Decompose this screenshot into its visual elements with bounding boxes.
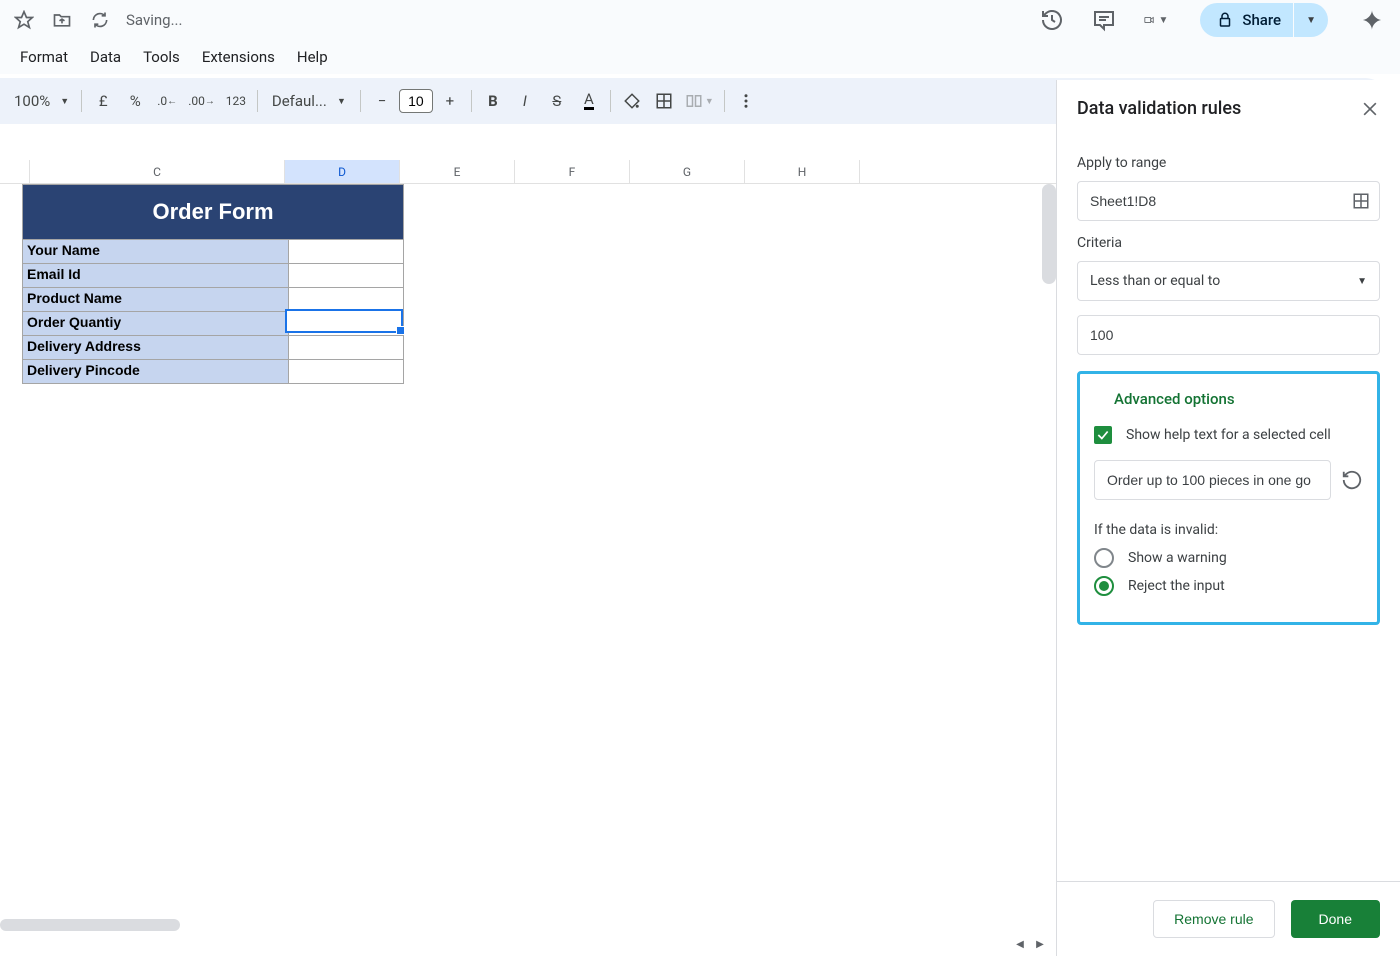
apply-range-label: Apply to range <box>1077 155 1380 171</box>
column-header[interactable]: C <box>30 160 285 183</box>
form-label: Product Name <box>23 287 288 311</box>
comment-icon[interactable] <box>1092 8 1116 32</box>
zoom-dropdown[interactable]: 100% ▼ <box>8 86 75 116</box>
sheet-next-icon[interactable]: ▶ <box>1032 936 1048 952</box>
advanced-options-title: Advanced options <box>1094 390 1363 408</box>
increase-decimal-button[interactable]: .00→ <box>184 86 219 116</box>
criteria-value-input[interactable] <box>1077 315 1380 355</box>
column-header[interactable]: H <box>745 160 860 183</box>
decrease-font-size-button[interactable]: − <box>367 86 397 116</box>
saving-status: Saving... <box>126 11 182 29</box>
menu-data[interactable]: Data <box>80 42 131 72</box>
title-bar: Saving... ▼ Share ▼ <box>0 0 1400 40</box>
currency-format-button[interactable]: £ <box>88 86 118 116</box>
menu-extensions[interactable]: Extensions <box>192 42 285 72</box>
share-label: Share <box>1242 11 1281 29</box>
apply-range-input[interactable] <box>1077 181 1380 221</box>
reset-help-text-icon[interactable] <box>1341 469 1363 491</box>
menu-help[interactable]: Help <box>287 42 338 72</box>
help-text-input[interactable] <box>1094 460 1331 500</box>
radio-show-warning[interactable]: Show a warning <box>1094 548 1363 568</box>
checkbox-checked-icon <box>1094 426 1112 444</box>
meet-icon[interactable]: ▼ <box>1144 8 1168 32</box>
form-value-cell[interactable] <box>288 239 403 263</box>
more-formats-button[interactable]: 123 <box>221 86 251 116</box>
column-headers: C D E F G H <box>0 160 1056 184</box>
text-color-button[interactable]: A <box>574 86 604 116</box>
star-icon[interactable] <box>12 8 36 32</box>
advanced-options-section: Advanced options Show help text for a se… <box>1077 371 1380 625</box>
menu-tools[interactable]: Tools <box>133 42 190 72</box>
column-header[interactable]: G <box>630 160 745 183</box>
form-value-cell[interactable] <box>288 359 403 383</box>
bold-button[interactable]: B <box>478 86 508 116</box>
share-button[interactable]: Share <box>1200 3 1293 37</box>
menu-bar: Format Data Tools Extensions Help <box>0 40 1400 74</box>
form-label: Order Quantiy <box>23 311 288 335</box>
form-value-cell[interactable] <box>288 263 403 287</box>
panel-title: Data validation rules <box>1077 98 1241 119</box>
radio-reject-input[interactable]: Reject the input <box>1094 576 1363 596</box>
vertical-scrollbar[interactable] <box>1042 184 1056 284</box>
data-validation-panel: Data validation rules Apply to range Cri… <box>1056 80 1400 956</box>
criteria-label: Criteria <box>1077 235 1380 251</box>
menu-format[interactable]: Format <box>10 42 78 72</box>
font-family-dropdown[interactable]: Defaul... ▼ <box>264 87 354 115</box>
column-header[interactable]: E <box>400 160 515 183</box>
close-panel-button[interactable] <box>1360 99 1380 119</box>
invalid-data-label: If the data is invalid: <box>1094 522 1363 538</box>
order-form-title: Order Form <box>23 185 403 239</box>
radio-icon <box>1094 548 1114 568</box>
font-size-input[interactable] <box>399 89 433 113</box>
decrease-decimal-button[interactable]: .0← <box>152 86 182 116</box>
increase-font-size-button[interactable]: + <box>435 86 465 116</box>
form-value-cell[interactable] <box>288 335 403 359</box>
italic-button[interactable]: I <box>510 86 540 116</box>
done-button[interactable]: Done <box>1291 900 1380 938</box>
more-toolbar-button[interactable] <box>731 86 761 116</box>
radio-selected-icon <box>1094 576 1114 596</box>
sheet-tab-nav: ◀ ▶ <box>1004 932 1056 956</box>
form-label: Email Id <box>23 263 288 287</box>
fill-color-button[interactable] <box>617 86 647 116</box>
merge-cells-button[interactable]: ▼ <box>681 86 718 116</box>
borders-button[interactable] <box>649 86 679 116</box>
show-help-text-checkbox[interactable]: Show help text for a selected cell <box>1094 426 1363 444</box>
form-label: Your Name <box>23 239 288 263</box>
column-header[interactable]: F <box>515 160 630 183</box>
strikethrough-button[interactable]: S <box>542 86 572 116</box>
share-dropdown[interactable]: ▼ <box>1294 3 1328 37</box>
remove-rule-button[interactable]: Remove rule <box>1153 900 1274 938</box>
move-to-folder-icon[interactable] <box>50 8 74 32</box>
horizontal-scrollbar[interactable] <box>0 919 180 931</box>
percent-format-button[interactable]: % <box>120 86 150 116</box>
cloud-sync-icon[interactable] <box>88 8 112 32</box>
criteria-dropdown[interactable]: Less than or equal to ▼ <box>1077 261 1380 301</box>
form-value-cell[interactable] <box>288 287 403 311</box>
gemini-icon[interactable] <box>1360 8 1384 32</box>
form-value-cell[interactable] <box>288 311 403 335</box>
form-label: Delivery Address <box>23 335 288 359</box>
column-header-selected[interactable]: D <box>285 160 400 183</box>
spreadsheet-grid-area[interactable]: C D E F G H Order Form Your Name Email I… <box>0 130 1056 956</box>
sheet-prev-icon[interactable]: ◀ <box>1012 936 1028 952</box>
history-icon[interactable] <box>1040 8 1064 32</box>
form-label: Delivery Pincode <box>23 359 288 383</box>
select-range-icon[interactable] <box>1352 192 1370 210</box>
order-form-table: Order Form Your Name Email Id Product Na… <box>22 184 404 384</box>
